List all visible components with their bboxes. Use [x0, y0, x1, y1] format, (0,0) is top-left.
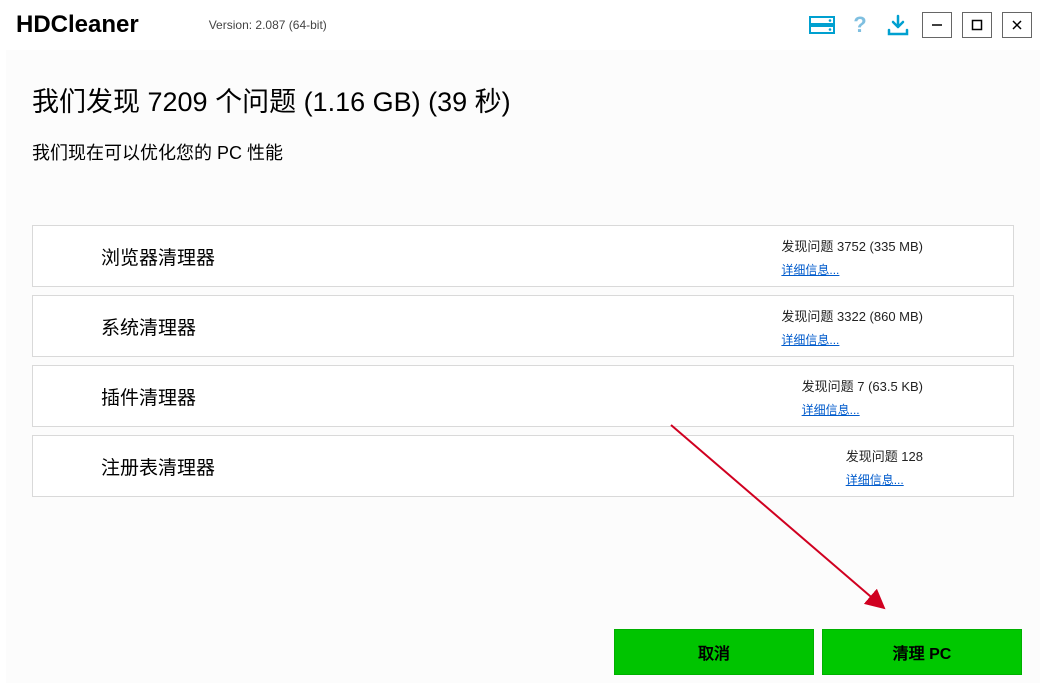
result-cards: 浏览器清理器 发现问题 3752 (335 MB) 详细信息... 系统清理器 … — [32, 225, 1014, 497]
maximize-button[interactable] — [962, 12, 992, 38]
subline: 我们现在可以优化您的 PC 性能 — [32, 139, 1014, 165]
clean-pc-button[interactable]: 清理 PC — [822, 629, 1022, 675]
card-stat: 发现问题 3322 (860 MB) — [781, 306, 923, 325]
titlebar: HDCleaner Version: 2.087 (64-bit) ? — [0, 0, 1046, 50]
cancel-button[interactable]: 取消 — [614, 629, 814, 675]
app-title: HDCleaner — [16, 11, 139, 39]
details-link[interactable]: 详细信息... — [802, 403, 860, 417]
card-stat: 发现问题 7 (63.5 KB) — [802, 376, 923, 395]
headline: 我们发现 7209 个问题 (1.16 GB) (39 秒) — [32, 80, 1014, 119]
details-link[interactable]: 详细信息... — [781, 263, 839, 277]
minimize-button[interactable] — [922, 12, 952, 38]
close-button[interactable] — [1002, 12, 1032, 38]
drive-icon[interactable] — [808, 14, 836, 36]
card-title: 浏览器清理器 — [101, 243, 215, 270]
card-plugin-cleaner[interactable]: 插件清理器 发现问题 7 (63.5 KB) 详细信息... — [32, 365, 1014, 427]
help-icon[interactable]: ? — [846, 14, 874, 36]
card-browser-cleaner[interactable]: 浏览器清理器 发现问题 3752 (335 MB) 详细信息... — [32, 225, 1014, 287]
card-registry-cleaner[interactable]: 注册表清理器 发现问题 128 详细信息... — [32, 435, 1014, 497]
card-system-cleaner[interactable]: 系统清理器 发现问题 3322 (860 MB) 详细信息... — [32, 295, 1014, 357]
footer-buttons: 取消 清理 PC — [614, 629, 1040, 683]
card-stat: 发现问题 3752 (335 MB) — [781, 236, 923, 255]
svg-text:?: ? — [853, 14, 866, 36]
details-link[interactable]: 详细信息... — [846, 473, 904, 487]
card-title: 注册表清理器 — [101, 453, 215, 480]
card-title: 插件清理器 — [101, 383, 196, 410]
version-label: Version: 2.087 (64-bit) — [209, 18, 327, 32]
details-link[interactable]: 详细信息... — [781, 333, 839, 347]
card-title: 系统清理器 — [101, 313, 196, 340]
download-icon[interactable] — [884, 14, 912, 36]
card-stat: 发现问题 128 — [846, 446, 923, 465]
content-area: 我们发现 7209 个问题 (1.16 GB) (39 秒) 我们现在可以优化您… — [6, 50, 1040, 683]
